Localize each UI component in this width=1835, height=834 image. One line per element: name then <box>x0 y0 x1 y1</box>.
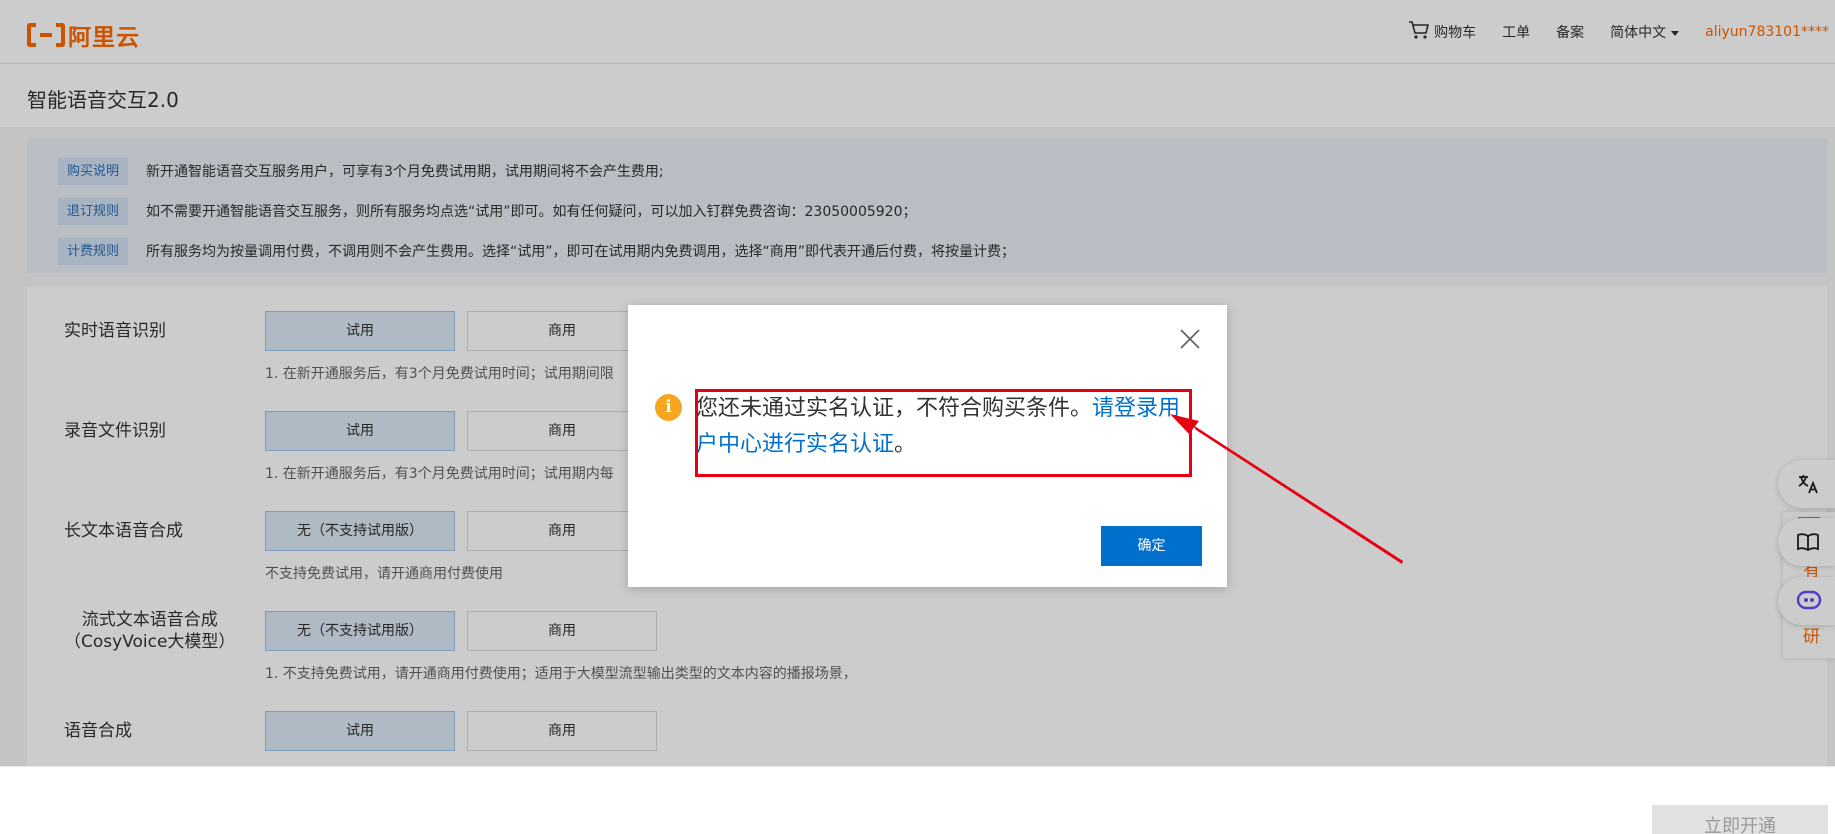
confirm-button[interactable]: 确定 <box>1101 526 1202 566</box>
close-button[interactable] <box>1176 325 1204 353</box>
verification-dialog: i 您还未通过实名认证，不符合购买条件。请登录用户中心进行实名认证。 确定 <box>628 305 1227 587</box>
close-icon <box>1176 329 1204 357</box>
footer-bar: 立即开通 <box>0 766 1835 834</box>
annotation-highlight-box <box>695 389 1192 477</box>
submit-button[interactable]: 立即开通 <box>1652 805 1828 834</box>
warning-icon: i <box>655 394 682 421</box>
